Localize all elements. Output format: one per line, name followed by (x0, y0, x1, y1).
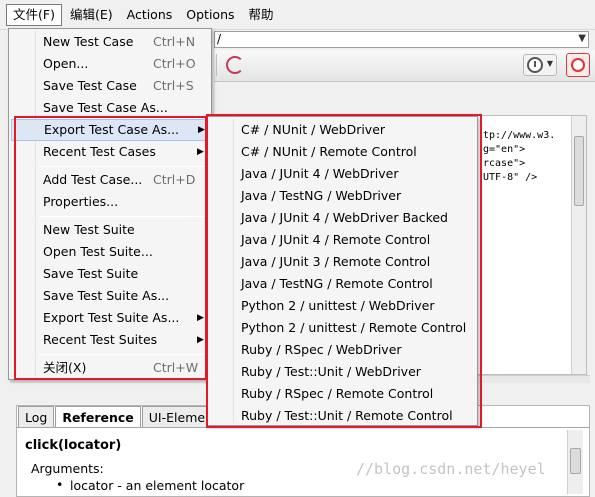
menu-item-label: Save Test Case (43, 78, 137, 93)
menu-item-label: Open... (43, 56, 89, 71)
annotation-box-submenu (206, 114, 482, 428)
tab-reference[interactable]: Reference (55, 406, 141, 428)
source-line: tp://www.w3. (483, 130, 556, 141)
menu-options[interactable]: Options (180, 5, 240, 25)
menu-item-new-test-case[interactable]: New Test Case Ctrl+N (11, 31, 209, 53)
source-line: rcase"> (483, 158, 526, 169)
source-line: UTF-8" /> (483, 172, 538, 183)
clock-icon (527, 57, 543, 73)
source-scrollbar[interactable] (571, 116, 586, 374)
menu-item-save-test-case[interactable]: Save Test Case Ctrl+S (11, 75, 209, 97)
menu-item-shortcut: Ctrl+S (153, 78, 194, 93)
menu-edit[interactable]: 编辑(E) (64, 5, 119, 25)
record-icon (571, 58, 585, 72)
menu-actions[interactable]: Actions (121, 5, 179, 25)
menu-item-label: New Test Case (43, 34, 134, 49)
reference-args-label: Arguments: (31, 461, 104, 476)
tab-log[interactable]: Log (18, 406, 55, 428)
base-url-input[interactable]: / ▼ (214, 31, 589, 48)
menu-item-open[interactable]: Open... Ctrl+O (11, 53, 209, 75)
menu-bar: 文件(F) 编辑(E) Actions Options 帮助 (0, 0, 595, 30)
chevron-down-icon[interactable]: ▼ (578, 33, 586, 44)
scrollbar-thumb[interactable] (574, 136, 584, 206)
scrollbar-thumb[interactable] (570, 448, 581, 474)
menu-item-shortcut: Ctrl+O (153, 56, 196, 71)
bottom-tabs: Log Reference UI-Element (18, 406, 226, 428)
rollup-icon[interactable] (226, 56, 244, 74)
reference-arg-item: locator - an element locator (56, 477, 244, 493)
menu-file[interactable]: 文件(F) (6, 3, 62, 26)
base-url-value: / (217, 32, 222, 46)
annotation-box-menu (14, 116, 207, 380)
reference-scrollbar[interactable] (567, 430, 583, 494)
source-line: g="en"> (483, 144, 526, 155)
watermark: //blog.csdn.net/heyel (356, 460, 546, 478)
menu-item-label: Save Test Case As... (43, 100, 168, 115)
menu-help[interactable]: 帮助 (243, 5, 280, 25)
toolbar-separator (216, 54, 217, 76)
reference-title: click(locator) (25, 438, 122, 453)
record-button[interactable] (566, 53, 590, 77)
speed-button[interactable]: ▼ (523, 54, 557, 76)
menu-item-shortcut: Ctrl+N (153, 34, 196, 49)
chevron-down-icon: ▼ (546, 59, 553, 68)
